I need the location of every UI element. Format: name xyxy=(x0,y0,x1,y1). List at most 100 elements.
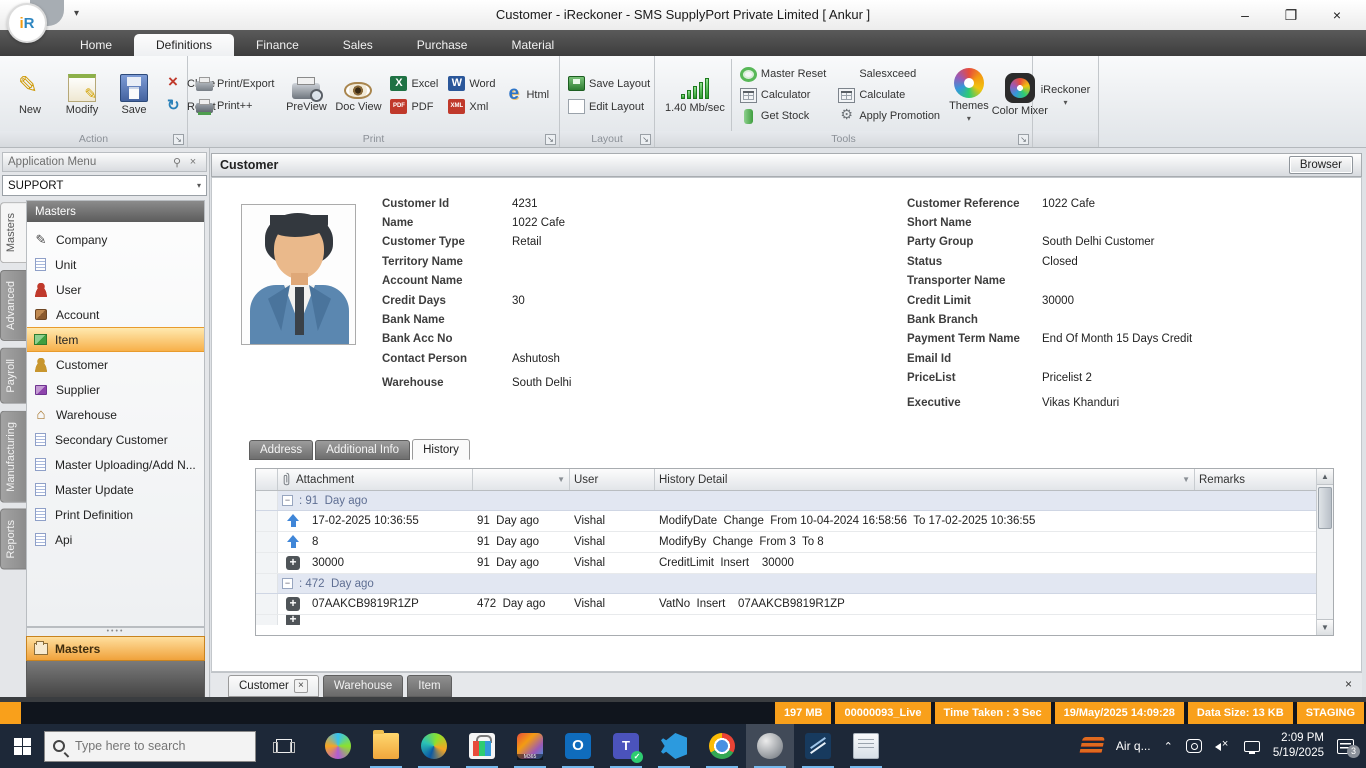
ribbon-button[interactable]: Excel xyxy=(386,74,442,93)
sidebar-item[interactable]: Warehouse xyxy=(27,402,204,427)
browser-button[interactable]: Browser xyxy=(1289,156,1353,174)
themes-button[interactable]: Themes ▾ xyxy=(948,66,990,125)
ribbon-button[interactable]: Word xyxy=(444,74,499,93)
edge-icon[interactable] xyxy=(410,724,458,768)
document-tab[interactable]: Warehouse × xyxy=(323,675,403,697)
dialog-launcher-icon[interactable]: ↘ xyxy=(640,134,651,145)
store-icon[interactable] xyxy=(458,724,506,768)
ireckoner-menu-button[interactable]: iReckoner ▾ xyxy=(1040,82,1092,109)
field-value[interactable]: 4231 xyxy=(512,198,538,210)
teams-icon[interactable] xyxy=(602,724,650,768)
panel-splitter[interactable]: •••• xyxy=(26,627,205,636)
dialog-launcher-icon[interactable]: ↘ xyxy=(1018,134,1029,145)
ribbon-button[interactable]: Save xyxy=(108,72,160,118)
field-value[interactable]: Pricelist 2 xyxy=(1042,372,1092,384)
field-value[interactable]: Retail xyxy=(512,236,541,248)
sidebar-vertical-tab[interactable]: Manufacturing xyxy=(0,411,26,503)
scroll-up-icon[interactable]: ▲ xyxy=(1317,469,1333,485)
field-value[interactable]: 1022 Cafe xyxy=(1042,198,1095,210)
outlook-icon[interactable] xyxy=(554,724,602,768)
field-value[interactable]: End Of Month 15 Days Credit xyxy=(1042,333,1192,345)
collapse-icon[interactable]: − xyxy=(282,578,293,589)
start-button[interactable] xyxy=(0,724,44,768)
form-tab[interactable]: Address xyxy=(249,440,313,460)
ribbon-button[interactable]: Print/Export xyxy=(192,75,278,93)
ribbon-tab[interactable]: Sales xyxy=(321,34,395,56)
notification-center-icon[interactable]: 3 xyxy=(1337,739,1354,754)
pin-icon[interactable]: ⚲ xyxy=(169,156,185,169)
close-tab-icon[interactable]: × xyxy=(294,679,308,693)
sidebar-item[interactable]: Print Definition xyxy=(27,502,204,527)
chrome-icon[interactable] xyxy=(698,724,746,768)
sidebar-item[interactable]: Master Update xyxy=(27,477,204,502)
m365-icon[interactable] xyxy=(506,724,554,768)
ribbon-button[interactable]: Apply Promotion xyxy=(834,107,944,126)
file-explorer-icon[interactable] xyxy=(362,724,410,768)
dialog-launcher-icon[interactable]: ↘ xyxy=(173,134,184,145)
ribbon-button[interactable]: Get Stock xyxy=(736,107,830,126)
scroll-down-icon[interactable]: ▼ xyxy=(1317,619,1333,635)
field-value[interactable]: South Delhi Customer xyxy=(1042,236,1155,248)
ribbon-button[interactable]: Modify xyxy=(56,72,108,118)
sidebar-item[interactable]: Item xyxy=(27,327,204,352)
air-quality-label[interactable]: Air q... xyxy=(1116,739,1151,753)
ribbon-button[interactable]: Master Reset xyxy=(736,65,830,84)
ribbon-button[interactable]: New xyxy=(4,72,56,118)
detail-column-header[interactable]: History Detail▼ xyxy=(655,469,1195,490)
age-column-header[interactable]: ▼ xyxy=(473,469,570,490)
air-quality-icon[interactable] xyxy=(1079,737,1105,755)
ribbon-button[interactable]: Edit Layout xyxy=(564,97,654,116)
vertical-scrollbar[interactable]: ▲ ▼ xyxy=(1316,469,1333,635)
scrollbar-thumb[interactable] xyxy=(1318,487,1332,529)
minimize-button[interactable]: – xyxy=(1222,0,1268,30)
sidebar-item[interactable]: Company xyxy=(27,227,204,252)
ribbon-button[interactable]: Calculate xyxy=(834,86,944,105)
ribbon-button[interactable]: PDF xyxy=(386,97,442,116)
document-tab[interactable]: Customer × xyxy=(228,675,319,697)
table-row[interactable] xyxy=(256,615,1316,625)
table-row[interactable]: 07AAKCB9819R1ZP 472 Day ago Vishal VatNo… xyxy=(256,594,1316,615)
clock[interactable]: 2:09 PM 5/19/2025 xyxy=(1273,731,1324,761)
attachment-column-header[interactable]: Attachment xyxy=(278,469,473,490)
sidebar-item[interactable]: Master Uploading/Add N... xyxy=(27,452,204,477)
field-value[interactable]: South Delhi xyxy=(512,377,571,389)
ribbon-tab[interactable]: Home xyxy=(58,34,134,56)
ribbon-tab[interactable]: Definitions xyxy=(134,34,234,56)
sidebar-item[interactable]: User xyxy=(27,277,204,302)
field-value[interactable]: 1022 Cafe xyxy=(512,217,565,229)
volume-muted-icon[interactable] xyxy=(1215,739,1231,753)
search-input[interactable] xyxy=(73,738,233,754)
dark-app-icon[interactable] xyxy=(794,724,842,768)
network-icon[interactable] xyxy=(1244,741,1260,752)
close-document-icon[interactable]: × xyxy=(1345,677,1352,691)
filter-icon[interactable]: ▼ xyxy=(557,475,565,484)
ribbon-tab[interactable]: Finance xyxy=(234,34,321,56)
restore-button[interactable]: ❐ xyxy=(1268,0,1314,30)
form-tab[interactable]: Additional Info xyxy=(315,440,410,460)
ribbon-button[interactable]: Print++ xyxy=(192,97,278,115)
field-value[interactable]: 30000 xyxy=(1042,295,1074,307)
show-hidden-icons-chevron[interactable]: ⌃ xyxy=(1164,740,1173,753)
sidebar-item[interactable]: Supplier xyxy=(27,377,204,402)
notepad-icon[interactable] xyxy=(842,724,890,768)
sidebar-vertical-tab[interactable]: Reports xyxy=(0,509,26,570)
masters-bottom-button[interactable]: Masters xyxy=(26,636,205,661)
ireckoner-app-icon[interactable] xyxy=(746,724,794,768)
ribbon-button[interactable]: Calculator xyxy=(736,86,830,105)
table-row[interactable]: 30000 91 Day ago Vishal CreditLimit Inse… xyxy=(256,553,1316,574)
field-value[interactable]: Closed xyxy=(1042,256,1078,268)
ribbon-button[interactable]: Doc View xyxy=(332,75,384,115)
field-value[interactable]: 30 xyxy=(512,295,525,307)
user-column-header[interactable]: User xyxy=(570,469,655,490)
sidebar-vertical-tab[interactable]: Masters xyxy=(0,202,26,263)
ribbon-tab[interactable]: Purchase xyxy=(395,34,490,56)
sidebar-vertical-tab[interactable]: Payroll xyxy=(0,348,26,404)
form-tab[interactable]: History xyxy=(412,439,470,460)
meet-now-icon[interactable] xyxy=(1186,739,1202,753)
field-value[interactable]: Vikas Khanduri xyxy=(1042,397,1119,409)
close-panel-icon[interactable]: × xyxy=(185,156,201,168)
ribbon-button[interactable]: Salesxceed xyxy=(834,65,944,84)
table-row[interactable]: 17-02-2025 10:36:55 91 Day ago Vishal Mo… xyxy=(256,511,1316,532)
ribbon-button[interactable]: PreView xyxy=(280,75,332,115)
app-logo[interactable]: iR xyxy=(7,3,47,43)
